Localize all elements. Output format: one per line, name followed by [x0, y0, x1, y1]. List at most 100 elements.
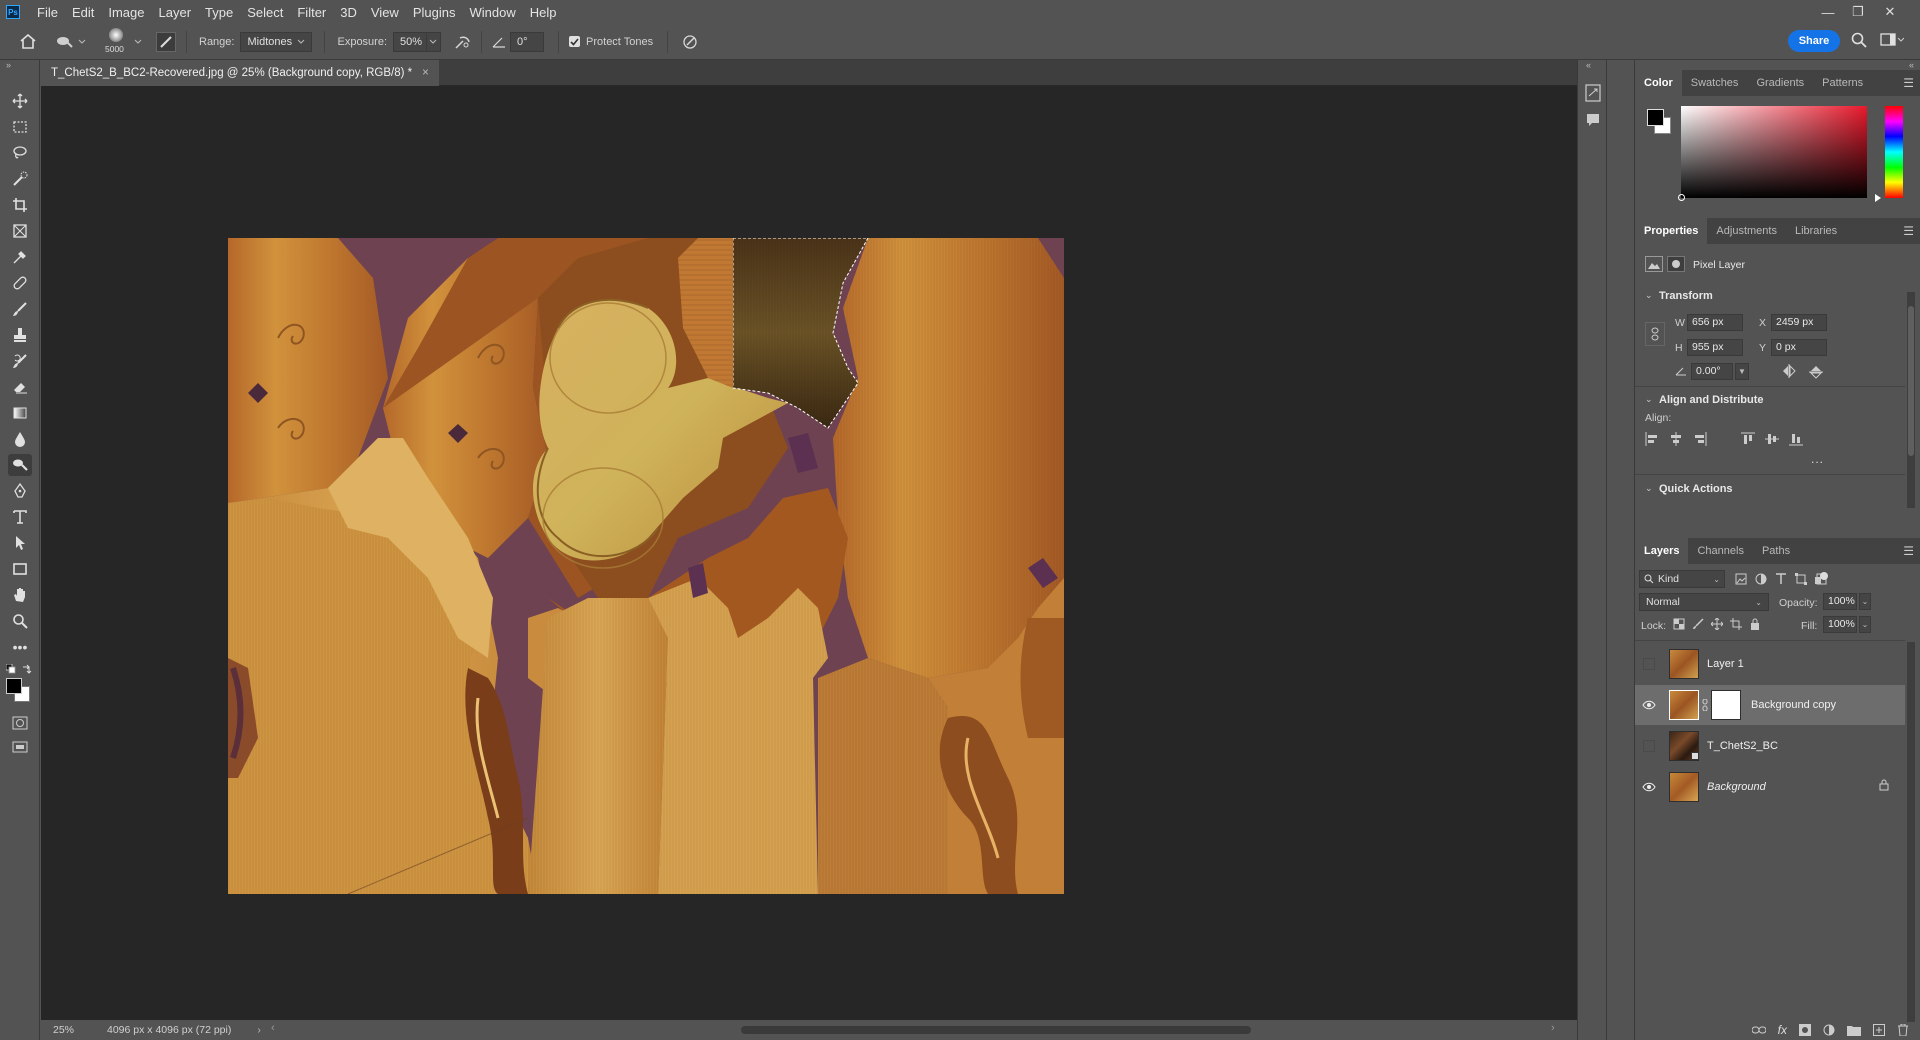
- type-tool-icon[interactable]: [8, 506, 32, 528]
- menu-file[interactable]: File: [30, 5, 65, 20]
- color-fg-swatch[interactable]: [1647, 109, 1664, 126]
- search-icon[interactable]: [1850, 31, 1868, 49]
- align-horizontal-center-icon[interactable]: [1669, 432, 1683, 446]
- visibility-toggle-off[interactable]: [1643, 740, 1655, 752]
- quick-mask-icon[interactable]: [8, 712, 32, 734]
- menu-help[interactable]: Help: [523, 5, 564, 20]
- menu-type[interactable]: Type: [198, 5, 240, 20]
- document-info[interactable]: 4096 px x 4096 px (72 ppi): [107, 1024, 231, 1036]
- crop-tool-icon[interactable]: [8, 194, 32, 216]
- filter-toggle-icon[interactable]: [1820, 572, 1828, 580]
- move-tool-icon[interactable]: [8, 90, 32, 112]
- menu-edit[interactable]: Edit: [65, 5, 101, 20]
- rectangle-tool-icon[interactable]: [8, 558, 32, 580]
- color-field[interactable]: [1681, 106, 1867, 198]
- path-selection-tool-icon[interactable]: [8, 532, 32, 554]
- eyedropper-tool-icon[interactable]: [8, 246, 32, 268]
- pen-tool-icon[interactable]: [8, 480, 32, 502]
- layers-scrollbar[interactable]: [1907, 642, 1915, 1022]
- tab-color[interactable]: Color: [1635, 70, 1682, 96]
- layer-row-background-copy[interactable]: Background copy: [1635, 685, 1905, 725]
- filter-kind-select[interactable]: Kind ⌄: [1639, 570, 1725, 588]
- status-menu-chevron-icon[interactable]: ›: [257, 1024, 261, 1036]
- filter-pixel-icon[interactable]: [1735, 573, 1747, 585]
- protect-tones-checkbox[interactable]: [569, 36, 581, 47]
- align-bottom-icon[interactable]: [1789, 432, 1803, 446]
- chevron-down-icon[interactable]: ⌄: [1859, 616, 1871, 633]
- lock-pixels-icon[interactable]: [1692, 618, 1704, 630]
- height-field[interactable]: 955 px: [1687, 339, 1743, 356]
- menu-window[interactable]: Window: [462, 5, 522, 20]
- x-field[interactable]: 2459 px: [1771, 314, 1827, 331]
- healing-brush-tool-icon[interactable]: [8, 272, 32, 294]
- brush-size-picker[interactable]: 5000: [100, 26, 134, 58]
- layer-mask-thumbnail[interactable]: [1711, 690, 1741, 720]
- workspace-icon[interactable]: [1880, 32, 1904, 48]
- flip-vertical-icon[interactable]: [1809, 364, 1823, 380]
- tab-layers[interactable]: Layers: [1635, 538, 1689, 564]
- width-field[interactable]: 656 px: [1687, 314, 1743, 331]
- close-icon[interactable]: ✕: [1876, 0, 1904, 24]
- link-layers-icon[interactable]: [1751, 1025, 1766, 1035]
- scroll-right-icon[interactable]: ›: [1551, 1022, 1555, 1034]
- scroll-left-icon[interactable]: ‹: [271, 1022, 275, 1034]
- gradient-tool-icon[interactable]: [8, 402, 32, 424]
- chevron-down-icon[interactable]: ⌄: [1645, 394, 1653, 405]
- collapse-chevrons-icon[interactable]: «: [1586, 60, 1591, 70]
- eye-icon[interactable]: [1641, 779, 1657, 795]
- fill-field[interactable]: 100%: [1823, 616, 1857, 633]
- screen-mode-icon[interactable]: [8, 736, 32, 758]
- flip-horizontal-icon[interactable]: [1781, 364, 1797, 378]
- exposure-dropdown[interactable]: [427, 31, 442, 52]
- minimize-icon[interactable]: —: [1814, 0, 1842, 24]
- collapse-panels-chevrons-icon[interactable]: «: [1909, 60, 1914, 70]
- history-brush-tool-icon[interactable]: [8, 350, 32, 372]
- home-icon[interactable]: [14, 30, 42, 54]
- y-field[interactable]: 0 px: [1771, 339, 1827, 356]
- image-canvas[interactable]: [228, 238, 1064, 894]
- menu-select[interactable]: Select: [240, 5, 290, 20]
- layer-row-background[interactable]: Background: [1635, 767, 1905, 807]
- history-panel-icon[interactable]: [1585, 84, 1601, 102]
- lock-all-icon[interactable]: [1749, 618, 1761, 630]
- tab-properties[interactable]: Properties: [1635, 218, 1708, 244]
- range-select[interactable]: Midtones: [240, 31, 313, 52]
- tab-swatches[interactable]: Swatches: [1682, 70, 1748, 96]
- chevron-down-icon[interactable]: ⌄: [1645, 483, 1653, 494]
- lock-artboard-icon[interactable]: [1730, 618, 1742, 630]
- filter-adjustment-icon[interactable]: [1755, 573, 1767, 585]
- pressure-size-icon[interactable]: [678, 31, 702, 53]
- more-tools-icon[interactable]: •••: [8, 636, 32, 658]
- restore-icon[interactable]: ❐: [1844, 0, 1872, 24]
- layer-row-layer-1[interactable]: Layer 1: [1635, 644, 1905, 684]
- menu-image[interactable]: Image: [101, 5, 151, 20]
- hand-tool-icon[interactable]: [8, 584, 32, 606]
- share-button[interactable]: Share: [1788, 30, 1840, 52]
- clone-stamp-tool-icon[interactable]: [8, 324, 32, 346]
- link-icon[interactable]: [1645, 322, 1665, 346]
- lasso-tool-icon[interactable]: [8, 142, 32, 164]
- comments-panel-icon[interactable]: [1585, 112, 1601, 128]
- lock-transparent-icon[interactable]: [1673, 618, 1685, 630]
- chevron-down-icon[interactable]: [134, 39, 142, 45]
- frame-tool-icon[interactable]: [8, 220, 32, 242]
- angle-field[interactable]: 0.00°: [1691, 363, 1733, 380]
- menu-view[interactable]: View: [364, 5, 406, 20]
- add-mask-icon[interactable]: [1799, 1024, 1811, 1036]
- eye-icon[interactable]: [1641, 697, 1657, 713]
- delete-layer-icon[interactable]: [1897, 1024, 1909, 1036]
- align-vertical-center-icon[interactable]: [1765, 432, 1779, 446]
- marquee-tool-icon[interactable]: [8, 116, 32, 138]
- collapse-chevrons-icon[interactable]: »: [6, 60, 11, 70]
- new-group-icon[interactable]: [1847, 1024, 1861, 1036]
- horizontal-scroll-thumb[interactable]: [741, 1026, 1251, 1034]
- zoom-level[interactable]: 25%: [53, 1024, 97, 1036]
- angle-input[interactable]: 0°: [510, 31, 545, 52]
- horizontal-scrollbar[interactable]: ‹ ›: [271, 1022, 1561, 1036]
- eraser-tool-icon[interactable]: [8, 376, 32, 398]
- dodge-tool-preset-icon[interactable]: [56, 35, 86, 49]
- chevron-down-icon[interactable]: ⌄: [1645, 290, 1653, 301]
- align-right-icon[interactable]: [1693, 432, 1707, 446]
- panel-menu-icon[interactable]: ☰: [1903, 224, 1914, 238]
- fx-icon[interactable]: fx: [1778, 1023, 1787, 1037]
